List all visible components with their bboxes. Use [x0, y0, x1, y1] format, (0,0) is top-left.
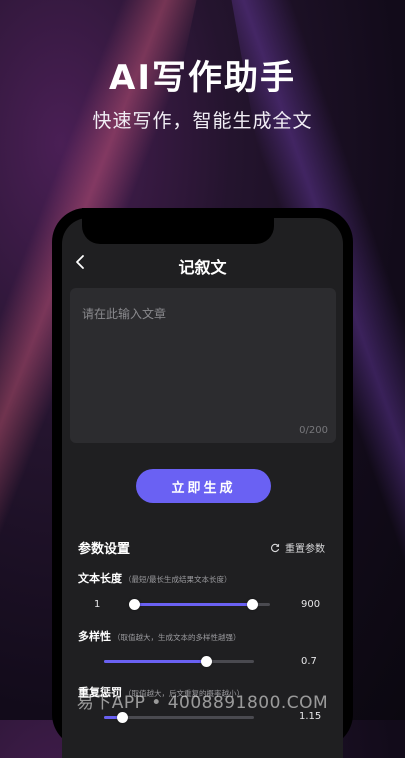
diversity-hint: （取值越大，生成文本的多样性越强） [113, 633, 241, 642]
refresh-icon [271, 543, 280, 552]
diversity-handle[interactable] [200, 656, 212, 667]
diversity-value: 0.7 [301, 656, 317, 667]
text-length-max-handle[interactable] [246, 599, 258, 610]
article-input[interactable]: 请在此输入文章 0/200 [70, 288, 336, 443]
phone-notch [82, 208, 274, 244]
text-length-min-value: 1 [94, 599, 101, 610]
character-counter: 0/200 [299, 425, 328, 436]
text-length-title: 文本长度 [78, 572, 122, 585]
watermark-text: 易下APP • 4008891800.COM [76, 693, 329, 713]
article-input-placeholder: 请在此输入文章 [82, 307, 167, 321]
generate-button[interactable]: 立即生成 [136, 469, 271, 503]
text-length-max-value: 900 [301, 599, 321, 610]
diversity-slider-fill [104, 660, 206, 663]
reset-params-button[interactable]: 重置参数 [270, 540, 325, 555]
diversity-title: 多样性 [78, 630, 111, 643]
promo-headline: AI写作助手 [109, 58, 296, 98]
reset-params-label: 重置参数 [285, 544, 325, 555]
text-length-hint: （最短/最长生成结果文本长度） [124, 575, 232, 584]
params-section-title: 参数设置 [78, 542, 131, 557]
diversity-label: 多样性 （取值越大，生成文本的多样性越强） [78, 628, 241, 644]
text-length-label: 文本长度 （最短/最长生成结果文本长度） [78, 570, 232, 586]
promo-subline: 快速写作，智能生成全文 [92, 110, 313, 132]
text-length-min-handle[interactable] [128, 599, 140, 610]
page-title: 记叙文 [178, 258, 227, 277]
text-length-slider-fill [134, 603, 253, 606]
repetition-penalty-handle[interactable] [116, 712, 128, 723]
